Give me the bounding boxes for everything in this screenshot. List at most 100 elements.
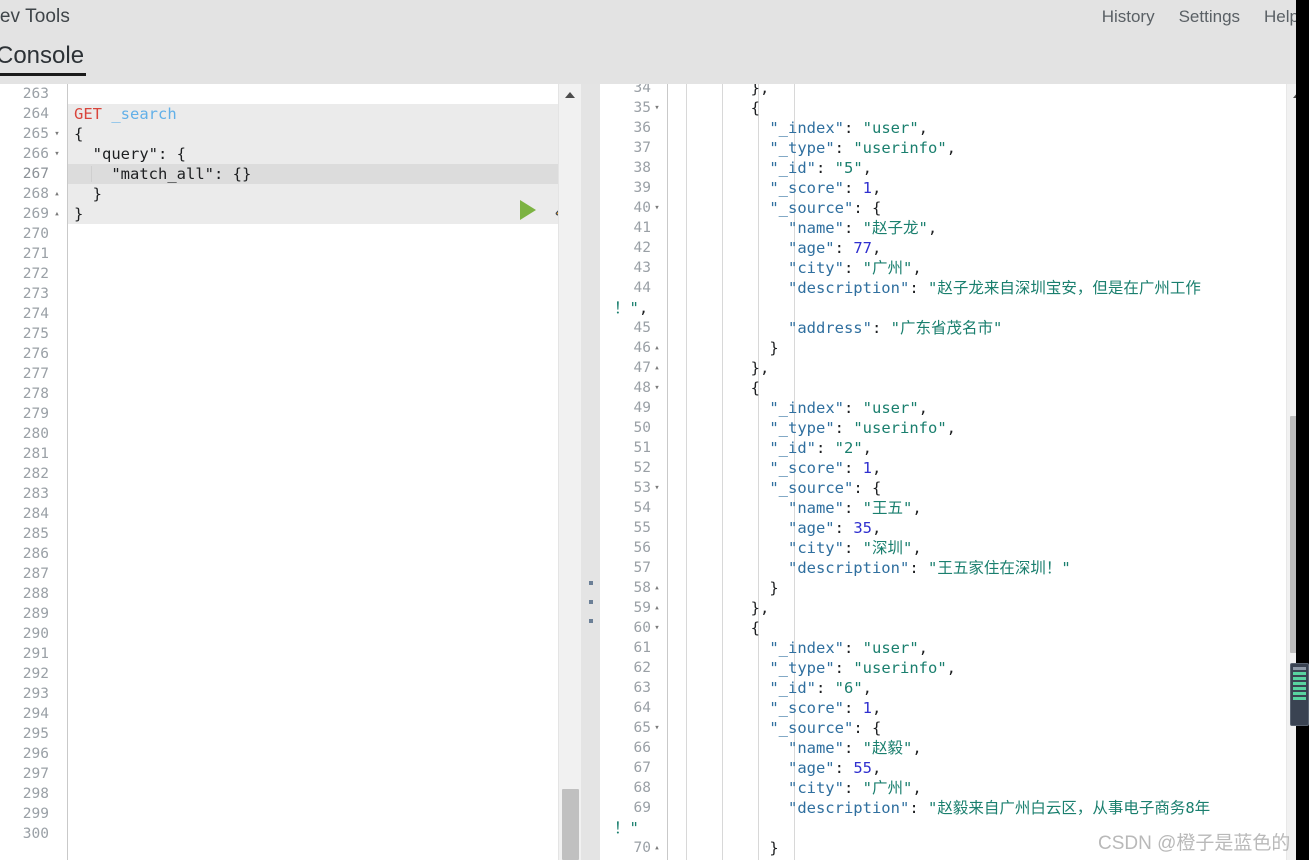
editor-code-line[interactable] [68,664,558,684]
output-code-line[interactable]: { [668,618,1288,638]
fold-collapse-icon[interactable]: ▾ [51,144,63,164]
fold-expand-icon[interactable]: ▴ [51,184,63,204]
editor-code-line[interactable] [68,84,558,104]
output-code-line[interactable]: "_id": "6", [668,678,1288,698]
editor-code-line[interactable] [68,524,558,544]
editor-code-line[interactable] [68,404,558,424]
editor-code-line[interactable] [68,724,558,744]
editor-code-line[interactable] [68,364,558,384]
editor-code-line[interactable] [68,284,558,304]
output-code-line[interactable]: "_source": { [668,198,1288,218]
editor-code-line[interactable] [68,504,558,524]
editor-code-line[interactable] [68,564,558,584]
fold-expand-icon[interactable]: ▴ [651,578,663,598]
output-code-line[interactable]: "_source": { [668,478,1288,498]
fold-collapse-icon[interactable]: ▾ [651,98,663,118]
editor-code-line[interactable] [68,464,558,484]
editor-code-line[interactable] [68,324,558,344]
fold-expand-icon[interactable]: ▴ [651,598,663,618]
output-code-line[interactable]: "_score": 1, [668,698,1288,718]
output-code-line[interactable]: "city": "深圳", [668,538,1288,558]
nav-link-history[interactable]: History [1102,7,1155,27]
editor-code-line[interactable] [68,804,558,824]
output-code-line[interactable]: "_index": "user", [668,638,1288,658]
nav-link-settings[interactable]: Settings [1179,7,1240,27]
output-code-line[interactable]: "age": 55, [668,758,1288,778]
output-code-line[interactable]: "_id": "2", [668,438,1288,458]
editor-code-line[interactable] [68,824,558,844]
output-code-line[interactable]: "name": "王五", [668,498,1288,518]
output-code-line[interactable]: "city": "广州", [668,778,1288,798]
output-code-area[interactable]: }, { "_index": "user", "_type": "userinf… [614,84,1288,858]
fold-collapse-icon[interactable]: ▾ [651,718,663,738]
editor-code-line[interactable] [68,484,558,504]
editor-code-line[interactable] [68,784,558,804]
output-code-line[interactable]: }, [668,358,1288,378]
output-code-line[interactable]: "_type": "userinfo", [668,658,1288,678]
editor-code-line[interactable] [68,584,558,604]
fold-collapse-icon[interactable]: ▾ [651,378,663,398]
editor-code-line[interactable] [68,264,558,284]
editor-code-line[interactable] [68,424,558,444]
output-code-line[interactable]: "_type": "userinfo", [668,418,1288,438]
output-code-line[interactable]: "_score": 1, [668,178,1288,198]
editor-scrollbar-thumb[interactable] [562,789,579,860]
output-code-line[interactable]: "description": "赵毅来自广州白云区，从事电子商务8年 [668,798,1288,818]
editor-code-line[interactable] [68,244,558,264]
request-editor-pane[interactable]: 263 264 265 ▾ 266 ▾ 267 268 ▴ 269 ▴ 270 271 272 273 274… [0,84,581,860]
editor-code-line[interactable]: } [68,184,558,204]
editor-code-line[interactable] [68,764,558,784]
fold-collapse-icon[interactable]: ▾ [651,478,663,498]
editor-code-line[interactable] [68,344,558,364]
fold-collapse-icon[interactable]: ▾ [651,198,663,218]
fold-expand-icon[interactable]: ▴ [651,358,663,378]
editor-line-number-gutter[interactable]: 263 264 265 ▾ 266 ▾ 267 268 ▴ 269 ▴ 270 271 272 273 274… [0,84,68,860]
output-code-line[interactable]: "description": "赵子龙来自深圳宝安，但是在广州工作 [668,278,1288,298]
editor-code-area[interactable]: GET _search{ "query": { "match_all": {} … [68,84,558,860]
fold-collapse-icon[interactable]: ▾ [51,124,63,144]
output-code-line[interactable]: } [668,578,1288,598]
output-code-line[interactable]: "age": 77, [668,238,1288,258]
play-icon[interactable] [518,198,544,222]
editor-code-line[interactable] [68,704,558,724]
output-line-number-gutter[interactable]: 34 35 ▾ 36 37 38 39 40 ▾ 41 42 43 44 45 46 ▴ 47 ▴ 48 ▾ 49 50 5… [600,84,668,860]
output-code-line[interactable]: }, [668,84,1288,98]
editor-code-line[interactable]: "query": { [68,144,558,164]
taskbar-preview-thumbnail[interactable] [1290,663,1309,726]
editor-code-line[interactable] [68,604,558,624]
output-code-line[interactable]: "_score": 1, [668,458,1288,478]
nav-link-help[interactable]: Help [1264,7,1299,27]
panel-resize-handle[interactable] [585,581,597,623]
editor-code-line[interactable] [68,444,558,464]
editor-vertical-scrollbar[interactable] [558,84,581,860]
editor-code-line[interactable] [68,684,558,704]
editor-code-line[interactable] [68,544,558,564]
output-code-line[interactable]: "city": "广州", [668,258,1288,278]
output-code-line[interactable]: "description": "王五家住在深圳！" [668,558,1288,578]
output-code-line[interactable]: "address": "广东省茂名市" [668,318,1288,338]
editor-code-line[interactable] [68,624,558,644]
output-code-line[interactable]: { [668,98,1288,118]
fold-collapse-icon[interactable]: ▾ [651,618,663,638]
editor-code-line[interactable] [68,644,558,664]
output-code-line[interactable]: "name": "赵子龙", [668,218,1288,238]
output-code-line[interactable]: "name": "赵毅", [668,738,1288,758]
editor-code-line[interactable] [68,744,558,764]
output-code-line[interactable]: "_index": "user", [668,398,1288,418]
output-code-line[interactable]: { [668,378,1288,398]
scroll-up-arrow-icon[interactable] [565,92,575,98]
editor-code-line[interactable] [68,384,558,404]
response-output-pane[interactable]: 34 35 ▾ 36 37 38 39 40 ▾ 41 42 43 44 45 46 ▴ 47 ▴ 48 ▾ 49 50 5… [600,84,1309,860]
tab-console[interactable]: Console [0,42,92,76]
output-code-line[interactable]: "age": 35, [668,518,1288,538]
output-code-line[interactable]: "_source": { [668,718,1288,738]
output-code-line[interactable]: "_index": "user", [668,118,1288,138]
editor-code-line[interactable] [68,224,558,244]
output-code-line[interactable]: "_id": "5", [668,158,1288,178]
output-code-line[interactable]: } [668,338,1288,358]
output-code-line[interactable]: "_type": "userinfo", [668,138,1288,158]
fold-expand-icon[interactable]: ▴ [51,204,63,224]
fold-expand-icon[interactable]: ▴ [651,838,663,858]
editor-code-line[interactable]: } [68,204,558,224]
editor-code-line[interactable]: { [68,124,558,144]
